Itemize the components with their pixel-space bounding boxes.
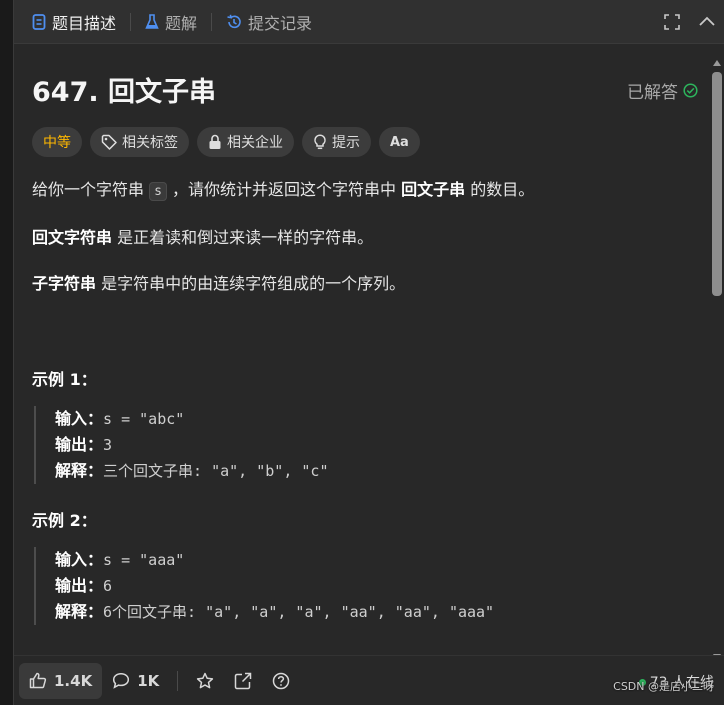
example-2-block: 输入：s = "aaa" 输出：6 解释：6个回文子串: "a", "a", "… <box>34 547 494 625</box>
check-circle-icon <box>683 83 698 98</box>
input-label: 输入： <box>55 409 104 428</box>
text: 的数目。 <box>465 180 535 199</box>
chevron-up-icon[interactable] <box>698 14 716 30</box>
tag-icon <box>101 134 117 150</box>
problem-panel: 题目描述 题解 提交记录 647. 回文子串 已解答 中等 相关标签 相关企业 … <box>13 0 724 705</box>
output-value: 6 <box>103 577 113 595</box>
bold-term: 回文字符串 <box>32 228 113 247</box>
fullscreen-icon[interactable] <box>664 14 680 30</box>
example-line: 输入：s = "aaa" <box>55 547 494 573</box>
translate-button[interactable]: Aa <box>379 127 420 157</box>
text: 是正着读和倒过来读一样的字符串。 <box>112 228 374 247</box>
footer-divider <box>177 670 179 691</box>
like-count: 1.4K <box>54 671 93 690</box>
tag-row: 中等 相关标签 相关企业 提示 Aa <box>32 127 420 157</box>
solved-label: 已解答 <box>627 83 678 103</box>
scroll-up-arrow[interactable] <box>713 60 721 66</box>
scroll-thumb[interactable] <box>712 72 722 296</box>
footer-bar: 1.4K 1K 73 人在线 CSDN @是店小二呀 <box>14 655 724 705</box>
document-icon <box>32 13 46 30</box>
inline-code: s <box>149 182 167 201</box>
difficulty-badge[interactable]: 中等 <box>32 127 82 157</box>
explain-label: 解释： <box>55 461 104 480</box>
related-tags-label: 相关标签 <box>122 135 178 151</box>
example-line: 输出：3 <box>55 432 328 458</box>
comment-count: 1K <box>137 671 160 690</box>
help-button[interactable] <box>262 663 300 699</box>
explain-value: 三个回文子串: "a", "b", "c" <box>103 462 329 480</box>
history-icon <box>227 14 241 28</box>
bold-term: 子字符串 <box>32 274 97 293</box>
flask-icon <box>145 13 159 29</box>
related-tags-button[interactable]: 相关标签 <box>90 127 189 157</box>
question-circle-icon <box>273 672 290 689</box>
bold-term: 回文子串 <box>401 180 466 199</box>
related-companies-label: 相关企业 <box>227 135 283 151</box>
external-link-icon <box>235 672 252 689</box>
comment-icon <box>113 673 130 689</box>
description-paragraph: 回文字符串 是正着读和倒过来读一样的字符串。 <box>32 223 692 253</box>
example-line: 解释：6个回文子串: "a", "a", "a", "aa", "aa", "a… <box>55 599 494 625</box>
description-paragraph: 给你一个字符串 s ，请你统计并返回这个字符串中 回文子串 的数目。 <box>32 175 692 207</box>
input-label: 输入： <box>55 550 104 569</box>
tab-divider <box>211 12 213 31</box>
tab-description[interactable]: 题目描述 <box>28 0 120 44</box>
example-2-title: 示例 2： <box>32 511 97 530</box>
text: ，请你统计并返回这个字符串中 <box>166 180 402 199</box>
related-companies-button[interactable]: 相关企业 <box>197 127 294 157</box>
tab-submissions-label: 提交记录 <box>248 13 313 33</box>
like-button[interactable]: 1.4K <box>19 662 103 699</box>
hint-button[interactable]: 提示 <box>302 127 371 157</box>
translate-icon: Aa <box>390 134 409 150</box>
tab-description-label: 题目描述 <box>52 13 117 33</box>
example-line: 解释：三个回文子串: "a", "b", "c" <box>55 458 328 484</box>
share-button[interactable] <box>224 663 262 699</box>
tab-submissions[interactable]: 提交记录 <box>222 0 316 44</box>
input-value: s = "aaa" <box>103 551 185 569</box>
tab-solutions-label: 题解 <box>165 13 198 33</box>
output-label: 输出： <box>55 576 104 595</box>
thumbs-up-icon <box>29 672 47 689</box>
example-line: 输入：s = "abc" <box>55 406 328 432</box>
explain-label: 解释： <box>55 602 104 621</box>
text: 给你一个字符串 <box>32 180 150 199</box>
star-icon <box>197 672 214 688</box>
watermark: CSDN @是店小二呀 <box>613 680 714 693</box>
favorite-button[interactable] <box>186 663 224 699</box>
output-value: 3 <box>103 436 113 454</box>
explain-value: 6个回文子串: "a", "a", "a", "aa", "aa", "aaa" <box>103 603 495 621</box>
input-value: s = "abc" <box>103 410 185 428</box>
lock-icon <box>209 134 221 149</box>
tab-solutions[interactable]: 题解 <box>141 0 201 44</box>
description-content: 647. 回文子串 已解答 中等 相关标签 相关企业 提示 Aa 给你一个字符串… <box>14 44 710 656</box>
comments-button[interactable]: 1K <box>102 663 169 699</box>
scrollbar[interactable] <box>712 60 722 660</box>
tab-bar: 题目描述 题解 提交记录 <box>14 0 724 44</box>
solved-status: 已解答 <box>627 78 698 103</box>
output-label: 输出： <box>55 435 104 454</box>
page-title[interactable]: 647. 回文子串 <box>32 70 702 109</box>
example-1-title: 示例 1： <box>32 370 97 389</box>
example-1-block: 输入：s = "abc" 输出：3 解释：三个回文子串: "a", "b", "… <box>34 406 328 484</box>
hint-label: 提示 <box>332 135 360 151</box>
title-row: 647. 回文子串 已解答 <box>32 70 702 110</box>
tab-divider <box>130 12 132 31</box>
description-paragraph: 子字符串 是字符串中的由连续字符组成的一个序列。 <box>32 269 692 299</box>
text: 是字符串中的由连续字符组成的一个序列。 <box>96 274 406 293</box>
example-line: 输出：6 <box>55 573 494 599</box>
lightbulb-icon <box>314 134 326 150</box>
problem-description: 给你一个字符串 s ，请你统计并返回这个字符串中 回文子串 的数目。 回文字符串… <box>32 175 692 315</box>
